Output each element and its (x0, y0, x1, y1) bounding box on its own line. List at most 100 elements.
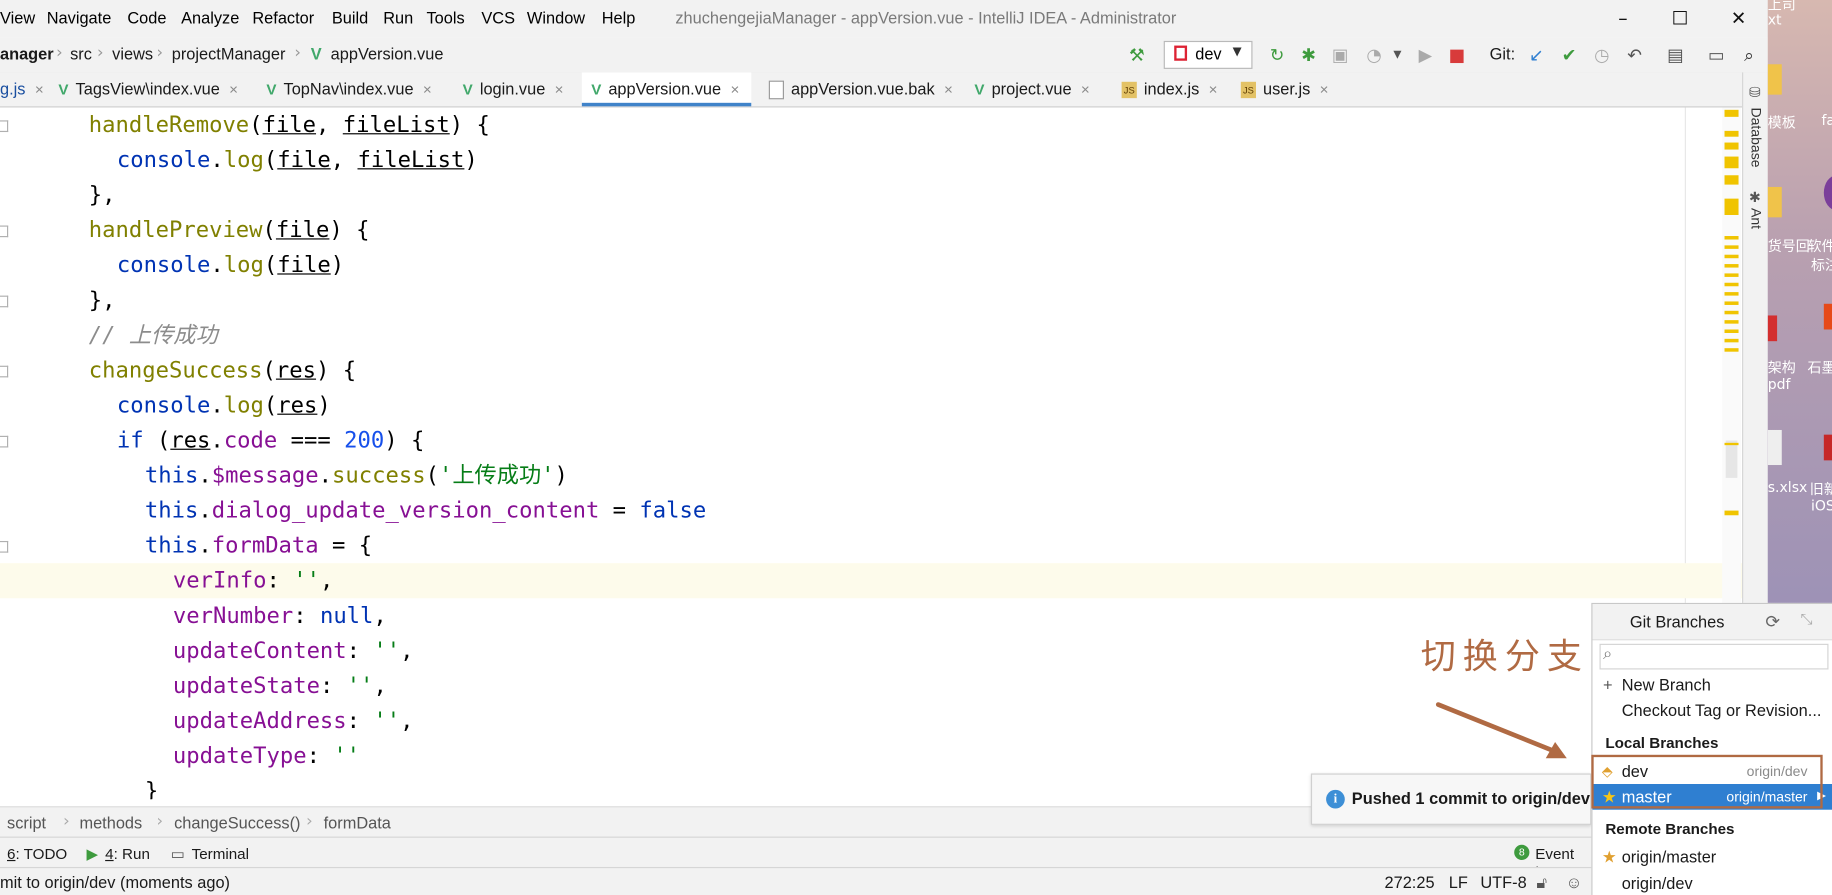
warning-marker[interactable] (1724, 254, 1739, 259)
coverage-icon[interactable]: ▣ (1328, 43, 1351, 66)
app-shortcut-icon[interactable] (1823, 175, 1832, 211)
run-config-selector[interactable]: dev ▼ (1163, 40, 1253, 69)
terminal-tool-button[interactable]: Terminal (192, 845, 249, 863)
pdf-file-icon[interactable] (1767, 315, 1778, 342)
file-encoding[interactable]: UTF-8 (1480, 873, 1526, 892)
git-rollback-icon[interactable]: ↶ (1623, 43, 1646, 66)
stop-icon[interactable]: ■ (1445, 43, 1468, 66)
tab-user-js[interactable]: JS user.js × (1240, 72, 1329, 106)
menu-vcs[interactable]: VCS (481, 8, 515, 27)
close-icon[interactable]: × (944, 81, 953, 99)
debug-bug-icon[interactable]: ✱ (1297, 43, 1320, 66)
checkout-tag-item[interactable]: Checkout Tag or Revision... (1592, 698, 1832, 724)
code-line[interactable]: handlePreview(file) { (0, 213, 1742, 248)
remote-branch-item[interactable]: origin/dev (1592, 870, 1832, 895)
warning-marker[interactable] (1724, 320, 1739, 324)
code-line[interactable]: if (res.code === 200) { (0, 423, 1742, 458)
tab-topnav[interactable]: V TopNav\index.vue × (266, 72, 431, 106)
tab-login[interactable]: Vlogin.vue × (463, 72, 564, 106)
warning-marker[interactable] (1724, 510, 1739, 516)
new-branch-item[interactable]: + New Branch (1592, 672, 1832, 698)
tab-index-js[interactable]: JS index.js × (1121, 72, 1218, 106)
close-icon[interactable]: × (730, 81, 739, 99)
warning-marker[interactable] (1724, 301, 1739, 305)
warning-marker[interactable] (1724, 156, 1739, 169)
nav-crumb-projectmanager[interactable]: projectManager (172, 44, 286, 63)
rerun-icon[interactable]: ↻ (1265, 43, 1288, 66)
warning-marker[interactable] (1724, 175, 1739, 185)
refresh-icon[interactable]: ⟳ (1765, 611, 1780, 632)
todo-tool-button[interactable]: 6: TODO (7, 845, 67, 863)
tab-appversion-bak[interactable]: appVersion.vue.bak × (768, 72, 953, 106)
profile-icon[interactable]: ◔ (1362, 43, 1385, 66)
menu-run[interactable]: Run (383, 8, 413, 27)
menu-refactor[interactable]: Refactor (252, 8, 314, 27)
ant-tool-button[interactable]: Ant (1748, 208, 1764, 229)
database-tool-button[interactable]: Database (1748, 107, 1764, 167)
close-icon[interactable]: × (1209, 81, 1218, 99)
warning-marker[interactable] (1724, 264, 1739, 268)
warning-marker[interactable] (1724, 198, 1739, 215)
close-window-button[interactable]: ✕ (1721, 4, 1756, 34)
code-line[interactable]: console.log(res) (0, 388, 1742, 423)
presentation-icon[interactable]: ▭ (1705, 43, 1728, 66)
code-comment[interactable]: // 上传成功 (0, 318, 1742, 353)
project-structure-icon[interactable]: ▤ (1664, 43, 1687, 66)
code-line[interactable]: }, (0, 283, 1742, 318)
build-hammer-icon[interactable]: ⚒ (1125, 43, 1148, 66)
git-history-icon[interactable]: ◷ (1590, 43, 1613, 66)
close-icon[interactable]: × (35, 81, 44, 99)
warning-marker[interactable] (1724, 282, 1739, 287)
minimize-button[interactable]: – (1605, 4, 1640, 34)
warning-marker[interactable] (1724, 142, 1739, 150)
close-icon[interactable]: × (423, 81, 432, 99)
menu-help[interactable]: Help (602, 8, 636, 27)
branch-search-input[interactable]: ⌕ (1599, 643, 1829, 670)
git-update-icon[interactable]: ↙ (1525, 43, 1548, 66)
code-line[interactable]: handleRemove(file, fileList) { (0, 107, 1742, 142)
warning-marker[interactable] (1724, 236, 1739, 240)
menu-code[interactable]: Code (127, 8, 166, 27)
breadcrumb-methods[interactable]: methods (79, 813, 142, 832)
nav-crumb-src[interactable]: src (70, 44, 92, 63)
nav-crumb-project[interactable]: anager (0, 44, 54, 63)
nav-crumb-file[interactable]: appVersion.vue (331, 44, 444, 63)
close-icon[interactable]: × (555, 81, 564, 99)
code-line-current[interactable]: verInfo: '', (0, 563, 1743, 599)
breadcrumb-formdata[interactable]: formData (324, 813, 391, 832)
caret-position[interactable]: 272:25 (1385, 873, 1435, 892)
warning-marker[interactable] (1724, 245, 1739, 249)
file-icon[interactable] (1823, 434, 1832, 461)
close-icon[interactable]: × (1320, 81, 1329, 99)
menu-build[interactable]: Build (332, 8, 368, 27)
close-icon[interactable]: × (1081, 81, 1090, 99)
search-icon[interactable]: ⌕ (1737, 43, 1760, 66)
lock-icon[interactable]: 🔓︎ (1536, 873, 1547, 893)
menu-analyze[interactable]: Analyze (181, 8, 239, 27)
folder-icon[interactable] (1767, 64, 1782, 95)
tab-g-js[interactable]: g.js × (0, 72, 44, 106)
status-message[interactable]: mit to origin/dev (moments ago) (0, 873, 230, 892)
tab-appversion[interactable]: VappVersion.vue × (581, 72, 752, 107)
code-line[interactable]: this.formData = { (0, 528, 1742, 563)
tab-tagsview[interactable]: V TagsView\index.vue × (58, 72, 238, 106)
code-line[interactable]: changeSuccess(res) { (0, 353, 1742, 388)
warning-marker[interactable] (1724, 442, 1739, 446)
xlsx-file-icon[interactable] (1767, 429, 1782, 466)
inspector-icon[interactable]: ☺︎ (1566, 873, 1583, 892)
run-icon[interactable]: ▶ (1414, 43, 1437, 66)
close-icon[interactable]: × (229, 81, 238, 99)
push-notification[interactable]: i Pushed 1 commit to origin/dev (1310, 773, 1592, 825)
warning-marker[interactable] (1724, 338, 1739, 343)
warning-marker[interactable] (1724, 109, 1739, 117)
scroll-thumb[interactable] (1725, 440, 1738, 478)
tab-project[interactable]: Vproject.vue × (974, 72, 1089, 106)
code-line[interactable]: this.$message.success('上传成功') (0, 458, 1742, 493)
warning-marker[interactable] (1724, 273, 1739, 277)
code-line[interactable]: console.log(file) (0, 248, 1742, 283)
menu-window[interactable]: Window (527, 8, 585, 27)
collapse-icon[interactable]: ⤡ (1800, 611, 1812, 629)
menu-navigate[interactable]: Navigate (47, 8, 112, 27)
maximize-button[interactable]: ☐ (1663, 4, 1698, 34)
warning-marker[interactable] (1724, 310, 1739, 315)
